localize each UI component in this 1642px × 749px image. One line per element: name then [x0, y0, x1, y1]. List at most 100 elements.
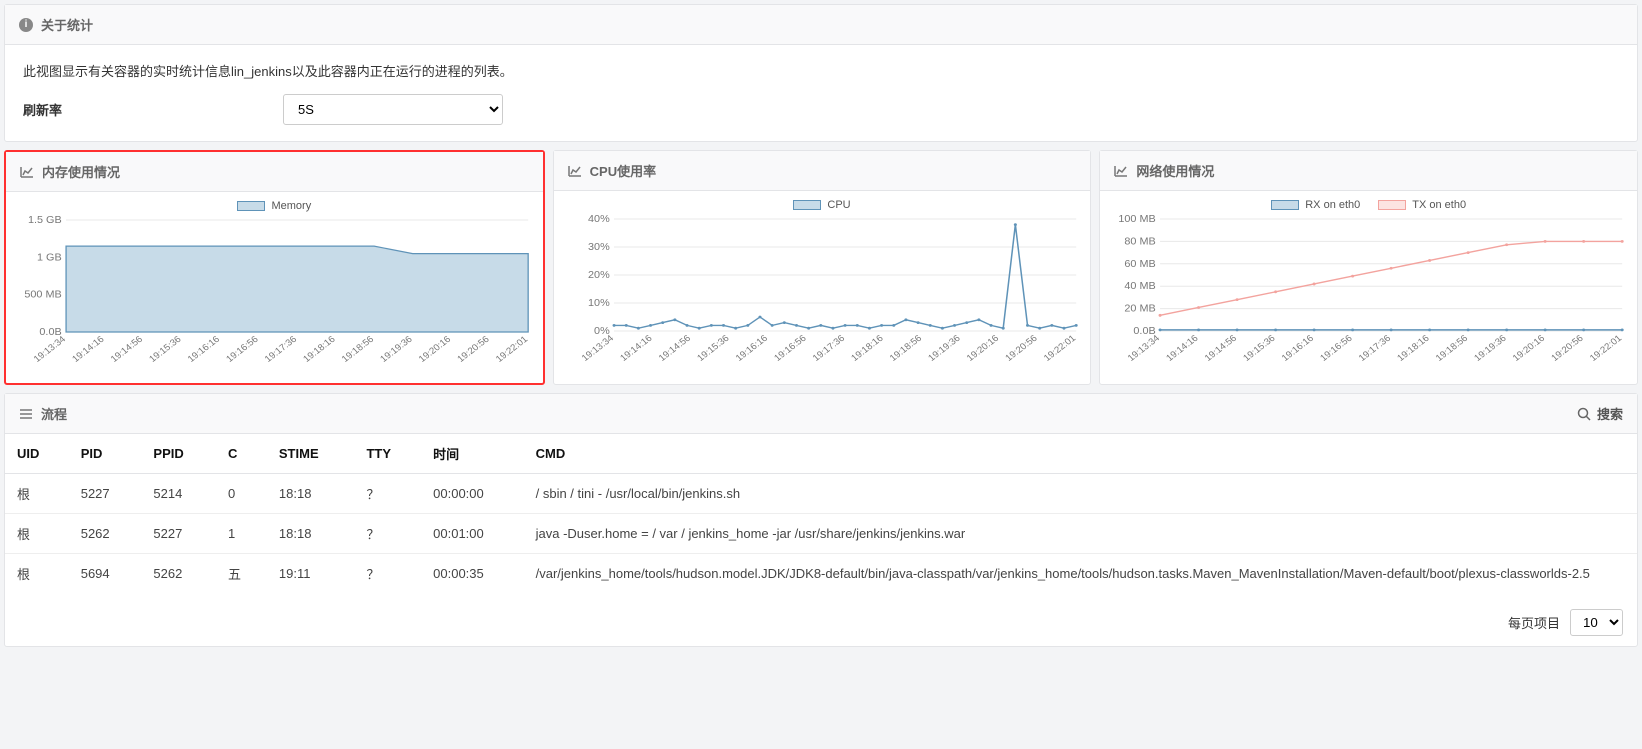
chart-icon — [1114, 165, 1128, 177]
cell-C: 五 — [216, 554, 267, 594]
swatch-tx — [1378, 200, 1406, 210]
info-icon: i — [19, 18, 33, 32]
legend-cpu: CPU — [827, 199, 850, 211]
net-title: 网络使用情况 — [1136, 161, 1214, 180]
table-col-CMD[interactable]: CMD — [524, 434, 1637, 474]
memory-legend: Memory — [14, 200, 535, 212]
table-row[interactable]: 根56945262五19:11？00:00:35/var/jenkins_hom… — [5, 554, 1637, 594]
search-button[interactable]: 搜索 — [1577, 404, 1623, 423]
svg-text:10%: 10% — [588, 298, 610, 309]
refresh-select[interactable]: 5S — [283, 94, 503, 125]
cell-UID: 根 — [5, 554, 69, 594]
svg-text:19:14:56: 19:14:56 — [109, 334, 145, 364]
svg-text:19:16:56: 19:16:56 — [224, 334, 260, 364]
about-title: 关于统计 — [41, 15, 93, 34]
svg-text:19:14:16: 19:14:16 — [1164, 333, 1200, 363]
table-col-UID[interactable]: UID — [5, 434, 69, 474]
legend-memory: Memory — [271, 200, 311, 212]
table-col-TTY[interactable]: TTY — [354, 434, 421, 474]
cell-PID: 5694 — [69, 554, 142, 594]
about-desc: 此视图显示有关容器的实时统计信息lin_jenkins以及此容器内正在运行的进程… — [23, 61, 1619, 80]
legend-rx: RX on eth0 — [1305, 199, 1360, 211]
net-header: 网络使用情况 — [1100, 151, 1637, 191]
svg-text:19:19:36: 19:19:36 — [926, 333, 962, 363]
svg-text:19:18:56: 19:18:56 — [887, 333, 923, 363]
cell-C: 0 — [216, 474, 267, 514]
svg-text:40%: 40% — [588, 215, 610, 225]
svg-text:19:17:36: 19:17:36 — [263, 334, 299, 364]
swatch-rx — [1271, 200, 1299, 210]
net-legend: RX on eth0 TX on eth0 — [1108, 199, 1629, 211]
pager-label: 每页项目 — [1508, 613, 1560, 632]
processes-scroll[interactable]: UIDPIDPPIDCSTIMETTY时间CMD 根52275214018:18… — [5, 434, 1637, 599]
table-col-PID[interactable]: PID — [69, 434, 142, 474]
cell-C: 1 — [216, 514, 267, 554]
cpu-title: CPU使用率 — [590, 161, 656, 180]
svg-text:19:15:36: 19:15:36 — [147, 334, 183, 364]
about-panel: i 关于统计 此视图显示有关容器的实时统计信息lin_jenkins以及此容器内… — [4, 4, 1638, 142]
table-col-C[interactable]: C — [216, 434, 267, 474]
swatch-memory — [237, 201, 265, 211]
svg-text:19:20:56: 19:20:56 — [455, 334, 491, 364]
svg-text:19:18:56: 19:18:56 — [340, 334, 376, 364]
net-chart: 0.0B20 MB40 MB60 MB80 MB100 MB19:13:3419… — [1108, 215, 1629, 375]
cell-CMD: / sbin / tini - /usr/local/bin/jenkins.s… — [524, 474, 1637, 514]
search-label: 搜索 — [1597, 404, 1623, 423]
svg-text:30%: 30% — [588, 242, 610, 253]
svg-text:19:15:36: 19:15:36 — [1242, 333, 1278, 363]
svg-text:1.5 GB: 1.5 GB — [28, 216, 62, 226]
cell-PID: 5262 — [69, 514, 142, 554]
svg-text:500 MB: 500 MB — [24, 290, 61, 301]
svg-text:19:19:36: 19:19:36 — [1473, 333, 1509, 363]
pager-select[interactable]: 10 — [1570, 609, 1623, 636]
table-col-PPID[interactable]: PPID — [141, 434, 216, 474]
cell-PPID: 5227 — [141, 514, 216, 554]
svg-text:19:20:16: 19:20:16 — [1511, 333, 1547, 363]
svg-text:19:20:56: 19:20:56 — [1003, 333, 1039, 363]
refresh-label: 刷新率 — [23, 100, 273, 119]
svg-text:19:14:16: 19:14:16 — [70, 334, 106, 364]
svg-text:1 GB: 1 GB — [37, 253, 62, 264]
svg-text:19:16:16: 19:16:16 — [186, 334, 222, 364]
cell-UID: 根 — [5, 514, 69, 554]
processes-header: 流程 搜索 — [5, 394, 1637, 434]
cell-TTY: ？ — [354, 514, 421, 554]
list-icon — [19, 408, 33, 420]
table-row[interactable]: 根52275214018:18？00:00:00/ sbin / tini - … — [5, 474, 1637, 514]
memory-panel: 内存使用情况 Memory 0.0B500 MB1 GB1.5 GB19:13:… — [4, 150, 545, 385]
table-col-时间[interactable]: 时间 — [421, 434, 523, 474]
cell-time: 00:00:00 — [421, 474, 523, 514]
chart-icon — [568, 165, 582, 177]
cell-CMD: java -Duser.home = / var / jenkins_home … — [524, 514, 1637, 554]
cpu-chart: 0%10%20%30%40%19:13:3419:14:1619:14:5619… — [562, 215, 1083, 375]
cell-time: 00:00:35 — [421, 554, 523, 594]
memory-header: 内存使用情况 — [6, 152, 543, 192]
memory-chart: 0.0B500 MB1 GB1.5 GB19:13:3419:14:1619:1… — [14, 216, 535, 376]
svg-text:19:16:16: 19:16:16 — [1280, 333, 1316, 363]
table-row[interactable]: 根52625227118:18？00:01:00java -Duser.home… — [5, 514, 1637, 554]
svg-text:19:22:01: 19:22:01 — [1588, 333, 1624, 363]
swatch-cpu — [793, 200, 821, 210]
svg-text:19:13:34: 19:13:34 — [1126, 333, 1162, 363]
svg-text:40 MB: 40 MB — [1125, 282, 1156, 293]
svg-text:19:18:56: 19:18:56 — [1434, 333, 1470, 363]
svg-text:19:18:16: 19:18:16 — [301, 334, 337, 364]
processes-table: UIDPIDPPIDCSTIMETTY时间CMD 根52275214018:18… — [5, 434, 1637, 593]
net-panel: 网络使用情况 RX on eth0 TX on eth0 0.0B20 MB40… — [1099, 150, 1638, 385]
cell-STIME: 18:18 — [267, 474, 355, 514]
svg-text:19:18:16: 19:18:16 — [849, 333, 885, 363]
svg-text:19:20:56: 19:20:56 — [1550, 333, 1586, 363]
cell-PID: 5227 — [69, 474, 142, 514]
cell-TTY: ？ — [354, 474, 421, 514]
cell-PPID: 5262 — [141, 554, 216, 594]
svg-text:19:13:34: 19:13:34 — [579, 333, 615, 363]
svg-text:19:14:56: 19:14:56 — [656, 333, 692, 363]
search-icon — [1577, 407, 1591, 421]
pager: 每页项目 10 — [5, 599, 1637, 646]
svg-text:19:18:16: 19:18:16 — [1396, 333, 1432, 363]
memory-title: 内存使用情况 — [42, 162, 120, 181]
cell-time: 00:01:00 — [421, 514, 523, 554]
cpu-header: CPU使用率 — [554, 151, 1091, 191]
svg-text:19:22:01: 19:22:01 — [1041, 333, 1077, 363]
table-col-STIME[interactable]: STIME — [267, 434, 355, 474]
